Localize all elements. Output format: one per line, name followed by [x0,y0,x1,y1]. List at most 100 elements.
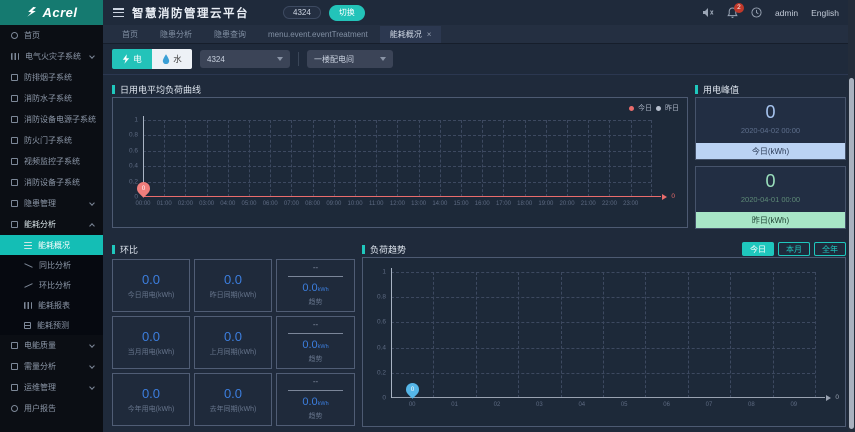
scrollbar-thumb[interactable] [849,78,854,429]
sidebar-item-fire-water[interactable]: 消防水子系统 [0,88,103,109]
language-switcher[interactable]: English [811,8,839,18]
menu-collapse-icon[interactable] [113,8,124,17]
x-axis-label: 02 [493,402,501,408]
close-icon[interactable]: × [427,30,432,39]
water-toggle-button[interactable]: 水 [152,49,192,69]
submenu-item-yoy-analysis[interactable]: 同比分析 [0,255,103,275]
clock-icon[interactable] [751,7,762,18]
load-trend-chart: 1 0.8 0.6 0.4 0.2 0 00 01 02 03 04 05 06 07 08 09 0 0 [362,257,846,427]
peak-date-today: 2020-04-02 00:00 [740,126,801,135]
chevron-down-icon [89,383,95,390]
mute-icon[interactable] [702,7,714,18]
stat-cell-yesterday-same: 0.0 昨日同期(kWh) [194,259,272,312]
chevron-down-icon [89,52,95,59]
trend-cell-day: -- 0.0kWh 趋势 [276,259,355,312]
peak-date-yesterday: 2020-04-01 00:00 [740,195,801,204]
sidebar-item-fire-door[interactable]: 防火门子系统 [0,130,103,151]
filter-bar: 电 水 4324 一楼配电间 [103,44,855,75]
sidebar-item-hazard-management[interactable]: 隐患管理 [0,193,103,214]
submenu-item-mom-analysis[interactable]: 环比分析 [0,275,103,295]
peak-label-yesterday: 昨日(kWh) [696,212,845,228]
fire-water-icon [11,95,18,102]
x-axis-label: 16:00 [474,201,490,207]
switch-button[interactable]: 切换 [328,4,365,21]
project-badge: 4324 [283,6,321,19]
plot-area: 1 0.8 0.6 0.4 0.2 0 00:00 01:00 02:00 03:00 04:00 0… [129,116,675,207]
sidebar-item-power-quality[interactable]: 电能质量 [0,335,103,356]
comparison-panel: 环比 0.0 今日用电(kWh) 0.0 昨日同期(kWh) -- 0.0kWh… [112,241,355,427]
trend-range-buttons: 今日 本月 全年 [742,242,846,256]
x-axis-label: 02:00 [177,201,193,207]
x-axis-label: 07 [705,402,713,408]
gridline-vertical [433,272,435,398]
electric-toggle-button[interactable]: 电 [112,49,152,69]
sidebar-item-energy-analysis[interactable]: 能耗分析 [0,214,103,235]
gridline-vertical [206,120,208,197]
tab-event-treatment[interactable]: menu.event.eventTreatment [258,27,378,42]
sidebar-item-equipment-power[interactable]: 消防设备电源子系统 [0,109,103,130]
gridline-vertical [545,120,547,197]
x-axis-label: 06:00 [262,201,278,207]
sidebar-item-ops-management[interactable]: 运维管理 [0,377,103,398]
gridline-vertical [630,120,632,197]
stat-cell-today-usage: 0.0 今日用电(kWh) [112,259,190,312]
load-trend-title: 负荷趋势 今日 本月 全年 [362,241,846,257]
y-axis-line [391,268,392,398]
title-accent [695,84,698,94]
user-report-icon [11,405,18,412]
sidebar-item-user-report[interactable]: 用户报告 [0,398,103,419]
range-year-button[interactable]: 全年 [814,242,846,256]
x-axis-label: 00 [408,402,416,408]
range-today-button[interactable]: 今日 [742,242,774,256]
data-point-pin: 0 [133,179,153,198]
x-axis-label: 00:00 [135,201,151,207]
stat-cell-month-usage: 0.0 当月用电(kWh) [112,316,190,369]
demand-analysis-icon [11,363,18,370]
sidebar-item-demand-analysis[interactable]: 需量分析 [0,356,103,377]
data-point-pin: 0 [402,380,422,399]
chevron-down-icon [89,341,95,348]
device-select[interactable]: 4324 [200,50,290,68]
sidebar-item-video-monitoring[interactable]: 视频监控子系统 [0,151,103,172]
daily-load-chart: 今日 昨日 1 0.8 0.6 0.4 0.2 0 00:00 01:00 02:00 03:00… [112,97,688,228]
content: 日用电平均负荷曲线 今日 昨日 1 0.8 0.6 0.4 0.2 0 00:00 01:00… [103,75,855,432]
x-axis-label: 22:00 [601,201,617,207]
submenu-item-energy-forecast[interactable]: 能耗预测 [0,315,103,335]
title-accent [362,244,365,254]
stat-cell-year-usage: 0.0 今年用电(kWh) [112,373,190,426]
x-axis-label: 04:00 [220,201,236,207]
user-menu[interactable]: admin [775,8,798,18]
gridline-vertical [270,120,272,197]
tab-energy-overview[interactable]: 能耗概况 × [379,25,442,43]
sidebar-item-smoke-exhaust[interactable]: 防排烟子系统 [0,67,103,88]
bell-icon[interactable]: 2 [727,2,744,19]
submenu-item-energy-report[interactable]: 能耗报表 [0,295,103,315]
gridline-vertical [560,272,562,398]
tab-hazard-query[interactable]: 隐患查询 [204,26,256,43]
tab-hazard-analysis[interactable]: 隐患分析 [150,26,202,43]
gridline-vertical [503,120,505,197]
range-month-button[interactable]: 本月 [778,242,810,256]
comparison-grid: 0.0 今日用电(kWh) 0.0 昨日同期(kWh) -- 0.0kWh 趋势 [112,259,355,426]
acrel-logo-icon [27,6,37,17]
x-axis-label: 19:00 [538,201,554,207]
y-axis-label: 0.4 [128,162,138,170]
gridline-vertical [815,272,816,398]
sidebar-item-home[interactable]: 首页 [0,25,103,46]
sidebar-item-electrical-fire[interactable]: 电气火灾子系统 [0,46,103,67]
peak-card-yesterday: 0 2020-04-01 00:00 昨日(kWh) [695,166,846,229]
equipment-power-icon [11,116,18,123]
gridline-vertical [588,120,590,197]
room-select[interactable]: 一楼配电间 [307,50,393,68]
x-axis-label: 09 [790,402,798,408]
x-axis-label: 17:00 [495,201,511,207]
y-axis-label: 0.2 [376,369,386,377]
tab-home[interactable]: 首页 [112,26,148,43]
gridline-vertical [687,272,689,398]
energy-analysis-submenu: 能耗概况 同比分析 环比分析 能耗报表 能耗预测 [0,235,103,335]
top-bar: 智慧消防管理云平台 4324 切换 2 admin English [103,0,855,25]
gridline-vertical [461,120,463,197]
sidebar-item-fire-equipment[interactable]: 消防设备子系统 [0,172,103,193]
submenu-item-energy-overview[interactable]: 能耗概况 [0,235,103,255]
x-axis-label: 12:00 [389,201,405,207]
